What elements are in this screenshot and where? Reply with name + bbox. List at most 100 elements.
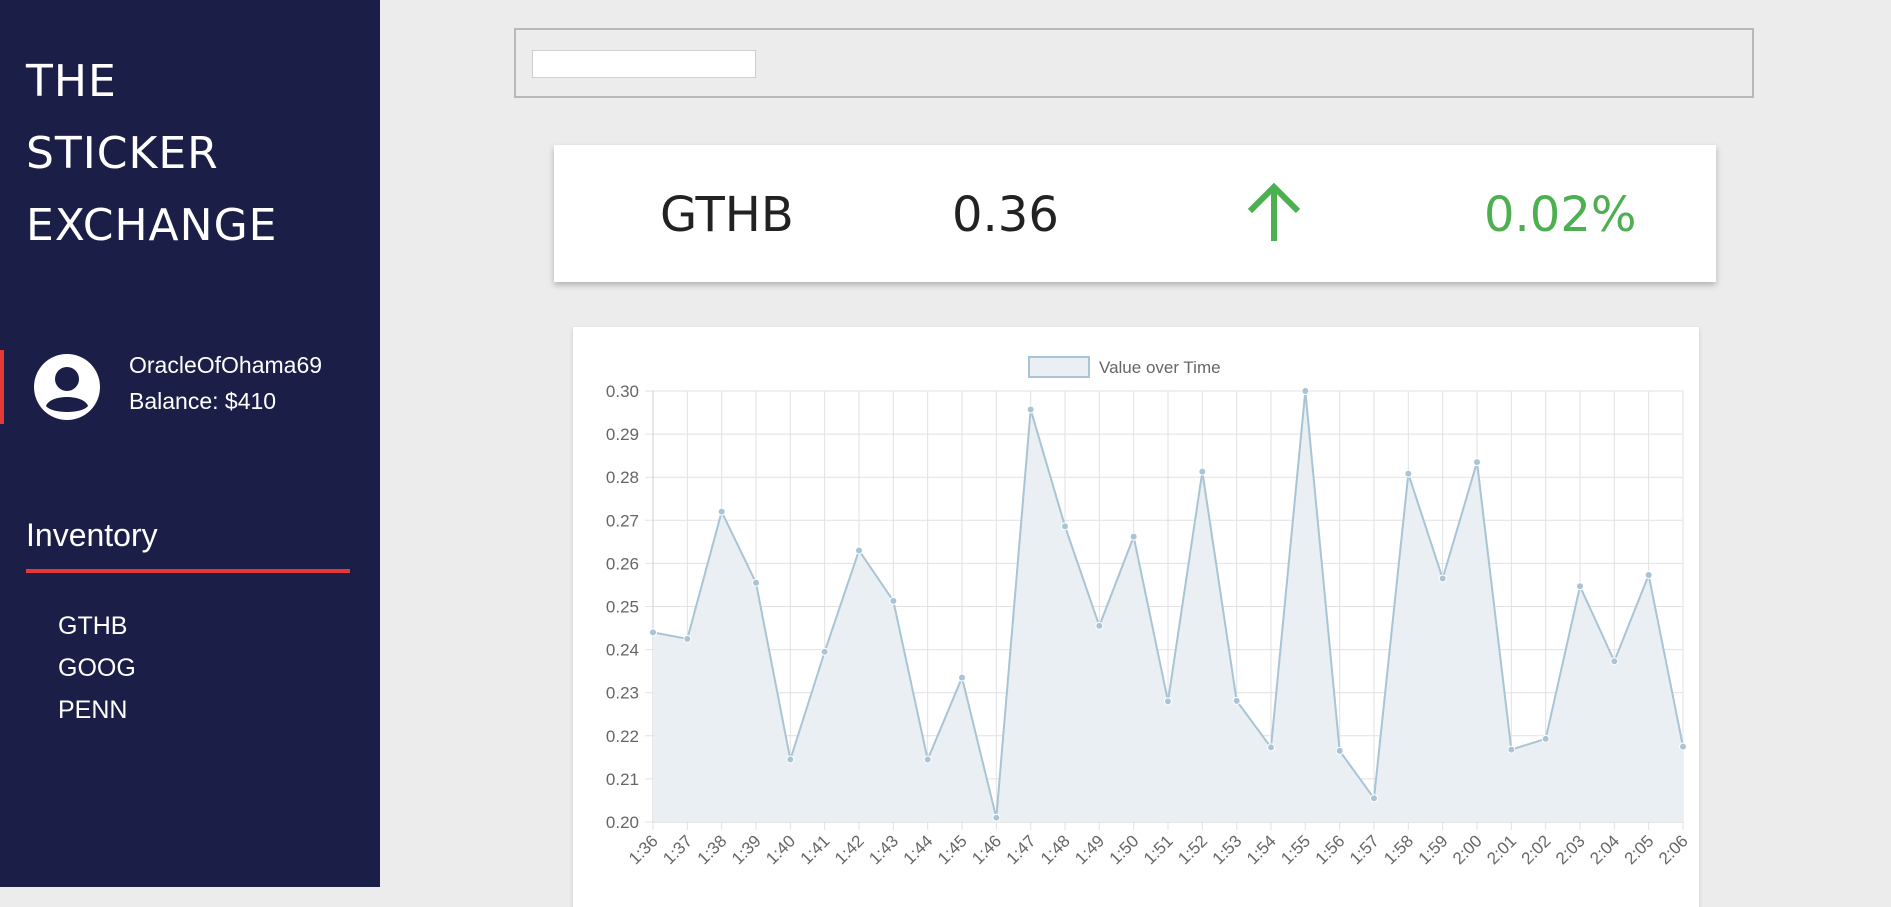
data-point	[752, 578, 760, 587]
x-tick-label: 2:02	[1518, 831, 1555, 868]
x-tick-label: 1:38	[694, 831, 731, 868]
data-point	[1404, 469, 1413, 478]
x-tick-label: 1:54	[1243, 831, 1280, 868]
x-tick-label: 2:00	[1449, 831, 1486, 868]
x-tick-label: 2:05	[1621, 831, 1658, 868]
y-tick-label: 0.25	[606, 598, 639, 617]
arrow-up-icon	[1247, 183, 1301, 241]
data-point	[1232, 696, 1241, 705]
app-title-line: EXCHANGE	[26, 200, 278, 251]
active-indicator	[0, 350, 4, 424]
x-tick-label: 1:40	[762, 831, 799, 868]
data-point	[1370, 794, 1378, 803]
search-bar	[514, 28, 1754, 98]
x-tick-label: 1:36	[625, 831, 662, 868]
data-point	[786, 755, 795, 764]
inventory-item-gthb[interactable]: GTHB	[58, 605, 136, 647]
y-tick-label: 0.29	[606, 425, 639, 444]
data-point	[649, 628, 657, 637]
data-point	[1541, 734, 1550, 743]
price-chart: 0.30 0.29 0.28 0.27 0.26 0.25 0.24 0.23 0.22 0.21…	[573, 327, 1699, 907]
data-point	[1164, 697, 1172, 706]
y-tick-label: 0.28	[606, 468, 639, 487]
data-point	[1679, 742, 1687, 751]
data-point	[1610, 657, 1619, 666]
ticker-change: 0.02%	[1484, 187, 1637, 243]
sidebar: THE STICKER EXCHANGE OracleOfOhama69 Bal…	[0, 0, 380, 887]
x-tick-label: 1:43	[865, 831, 902, 868]
ticker-symbol: GTHB	[660, 187, 794, 243]
data-point	[1198, 467, 1207, 476]
x-tick-label: 1:48	[1037, 831, 1074, 868]
legend-swatch	[1028, 356, 1090, 378]
x-tick-label: 1:42	[831, 831, 868, 868]
x-tick-label: 1:50	[1106, 831, 1143, 868]
user-profile[interactable]: OracleOfOhama69 Balance: $410	[0, 350, 380, 424]
username: OracleOfOhama69	[129, 352, 323, 378]
data-point	[820, 647, 829, 656]
y-tick-label: 0.30	[606, 382, 639, 401]
data-point	[1129, 532, 1138, 541]
inventory-underline	[26, 569, 350, 573]
x-tick-label: 1:46	[968, 831, 1005, 868]
y-tick-label: 0.20	[606, 813, 639, 832]
balance: Balance: $410	[129, 388, 277, 414]
data-point	[889, 596, 898, 605]
data-point	[1095, 621, 1104, 630]
x-tick-label: 1:49	[1071, 831, 1108, 868]
x-tick-label: 1:37	[659, 831, 696, 868]
x-tick-label: 1:45	[934, 831, 971, 868]
x-tick-label: 2:06	[1655, 831, 1692, 868]
x-tick-label: 1:47	[1003, 831, 1040, 868]
data-point	[1335, 746, 1344, 755]
ticker-price: 0.36	[952, 187, 1059, 243]
data-point	[1438, 574, 1447, 583]
data-point	[1473, 458, 1481, 467]
data-point	[683, 634, 692, 643]
x-tick-label: 1:55	[1277, 831, 1314, 868]
data-point	[992, 813, 1001, 822]
chart-svg: 0.30 0.29 0.28 0.27 0.26 0.25 0.24 0.23 0.22 0.21…	[606, 356, 1692, 868]
x-tick-label: 1:52	[1174, 831, 1211, 868]
inventory-list: GTHB GOOG PENN	[58, 605, 136, 731]
y-tick-label: 0.24	[606, 641, 639, 660]
x-tick-label: 2:03	[1552, 831, 1589, 868]
x-tick-label: 1:57	[1346, 831, 1383, 868]
app-title: THE STICKER EXCHANGE	[26, 46, 277, 262]
data-point	[1644, 571, 1653, 580]
x-tick-label: 1:56	[1312, 831, 1349, 868]
y-tick-label: 0.22	[606, 727, 639, 746]
x-tick-label: 1:44	[900, 831, 937, 868]
data-point	[855, 546, 863, 555]
account-circle-icon	[34, 354, 100, 420]
data-point	[1507, 745, 1516, 754]
ticker-card: GTHB 0.36 0.02%	[554, 145, 1716, 282]
data-point	[1026, 405, 1035, 414]
y-tick-label: 0.21	[606, 770, 639, 789]
search-input[interactable]	[532, 50, 756, 78]
x-tick-label: 1:41	[797, 831, 834, 868]
x-tick-label: 1:58	[1380, 831, 1417, 868]
inventory-item-penn[interactable]: PENN	[58, 689, 136, 731]
y-tick-label: 0.27	[606, 511, 639, 530]
x-tick-label: 1:39	[728, 831, 765, 868]
x-tick-label: 2:04	[1586, 831, 1623, 868]
x-tick-label: 1:51	[1140, 831, 1177, 868]
y-tick-label: 0.23	[606, 684, 639, 703]
data-point	[1301, 387, 1310, 395]
data-point	[923, 755, 932, 764]
data-point	[1267, 743, 1275, 752]
x-tick-label: 1:59	[1415, 831, 1452, 868]
x-tick-label: 2:01	[1483, 831, 1520, 868]
inventory-item-goog[interactable]: GOOG	[58, 647, 136, 689]
data-point	[1061, 522, 1069, 531]
data-point	[958, 673, 966, 682]
y-tick-label: 0.26	[606, 554, 639, 573]
data-point	[1576, 582, 1584, 591]
inventory-heading: Inventory	[26, 517, 158, 553]
legend-label: Value over Time	[1099, 358, 1221, 377]
app-title-line: STICKER	[26, 128, 219, 179]
data-point	[717, 507, 726, 516]
app-title-line: THE	[26, 56, 117, 107]
x-tick-label: 1:53	[1209, 831, 1246, 868]
